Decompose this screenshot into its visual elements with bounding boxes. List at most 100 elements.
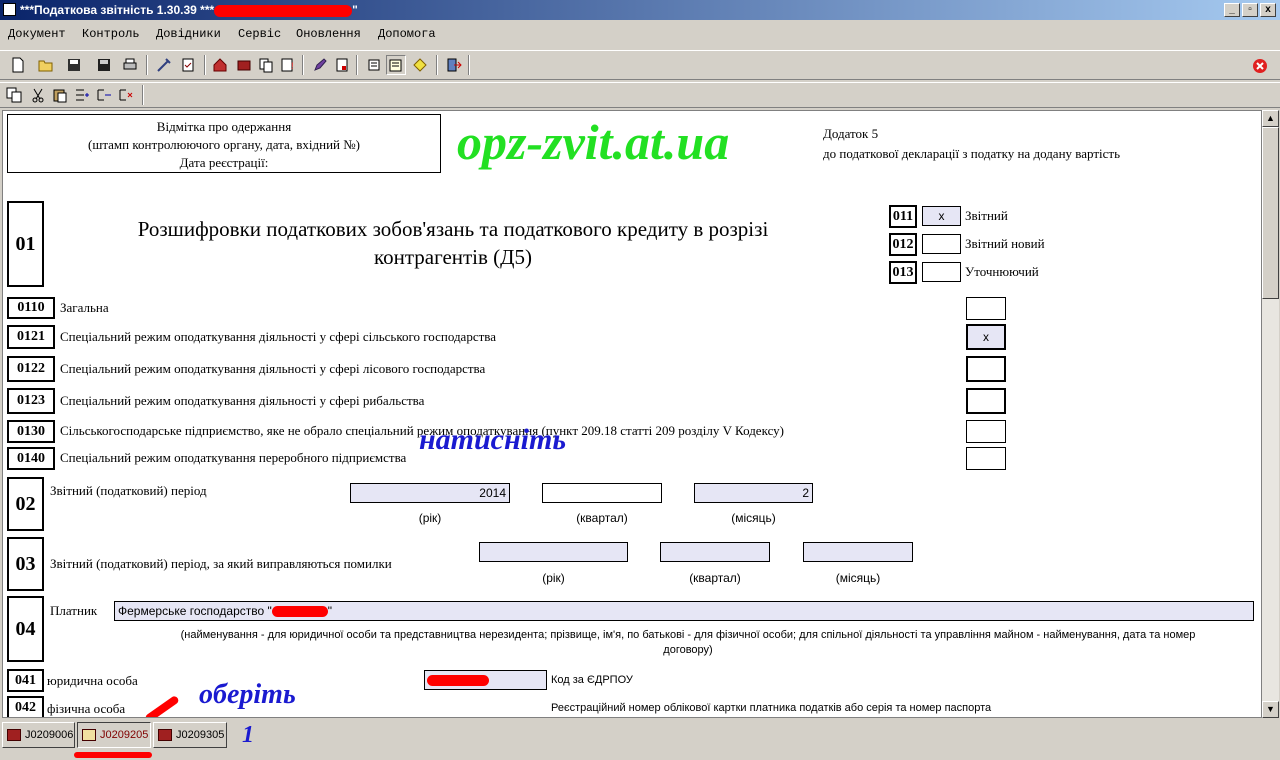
correction-quarter-field[interactable]: [660, 542, 770, 562]
code-011: 011: [889, 205, 917, 228]
save-as-icon[interactable]: [94, 55, 114, 75]
close-button[interactable]: x: [1260, 3, 1276, 17]
period-year-field[interactable]: 2014: [350, 483, 510, 503]
annotation-stroke: [144, 694, 180, 717]
scroll-up-button[interactable]: ▲: [1262, 110, 1279, 127]
book-icon: [7, 729, 21, 741]
stamp-line3: Дата реєстрації:: [179, 155, 269, 170]
code-0140: 0140: [7, 447, 55, 470]
code-0110: 0110: [7, 297, 55, 319]
addendum-title: Додаток 5: [823, 126, 879, 141]
section-01-code: 01: [7, 201, 44, 287]
edit-icon[interactable]: [310, 55, 330, 75]
delete-row-icon[interactable]: [116, 85, 136, 105]
title-bar: ***Податкова звітність 1.30.39 *** " _ ▫ …: [0, 0, 1280, 20]
scroll-down-button[interactable]: ▼: [1262, 701, 1279, 718]
label-012: Звітний новий: [965, 236, 1045, 251]
annotation-press: натисніть: [419, 423, 567, 456]
scroll-thumb[interactable]: [1262, 127, 1279, 299]
checkbox-0121[interactable]: x: [966, 324, 1006, 350]
section-03-label: Звітний (податковий) період, за який вип…: [50, 556, 392, 571]
section-04-code: 04: [7, 596, 44, 662]
checkbox-0130[interactable]: [966, 420, 1006, 443]
new-icon[interactable]: [8, 55, 28, 75]
label-0140: Спеціальний режим оподаткування переробн…: [60, 450, 407, 465]
label-0121: Спеціальний режим оподаткування діяльнос…: [60, 329, 497, 344]
payer-note-line1: (найменування - для юридичної особи та п…: [180, 629, 1196, 641]
window-title: ***Податкова звітність 1.30.39 *** ": [20, 3, 358, 17]
home-icon[interactable]: [210, 55, 230, 75]
menu-bar: Документ Контроль Довідники Сервіс Оновл…: [0, 22, 1280, 46]
svg-text:!: !: [291, 61, 294, 71]
checkbox-0110[interactable]: [966, 297, 1006, 320]
declaration-form: Відмітка про одержання (штамп контролююч…: [2, 110, 1262, 718]
tab-j0209305[interactable]: J0209305: [153, 722, 227, 748]
minimize-button[interactable]: _: [1224, 3, 1240, 17]
checkbox-011[interactable]: x: [922, 206, 961, 226]
menu-document[interactable]: Документ: [8, 27, 66, 41]
edrpou-label: Код за ЄДРПОУ: [551, 674, 633, 686]
checkbox-0122[interactable]: [966, 356, 1006, 382]
close-document-icon[interactable]: [1250, 56, 1270, 76]
copy-doc-icon[interactable]: [256, 55, 276, 75]
label-0122: Спеціальний режим оподаткування діяльнос…: [60, 361, 486, 376]
help-icon[interactable]: [410, 55, 430, 75]
individual-note: Реєстраційний номер облікової картки пла…: [551, 702, 992, 714]
maximize-button[interactable]: ▫: [1242, 3, 1258, 17]
insert-row-icon[interactable]: [72, 85, 92, 105]
label-011: Звітний: [965, 208, 1008, 223]
checkbox-013[interactable]: [922, 262, 961, 282]
code-013: 013: [889, 261, 917, 284]
individual-label: фізична особа: [47, 701, 126, 716]
edit-toolbar: [0, 82, 1280, 108]
open-icon[interactable]: [36, 55, 56, 75]
menu-updates[interactable]: Оновлення: [296, 27, 361, 41]
edrpou-field[interactable]: [424, 670, 547, 690]
caption-corr-year: (рік): [542, 571, 565, 585]
period-month-field[interactable]: 2: [694, 483, 813, 503]
document-icon[interactable]: [332, 55, 352, 75]
open-book-icon: [82, 729, 96, 741]
correction-month-field[interactable]: [803, 542, 913, 562]
export-icon[interactable]: !: [278, 55, 298, 75]
caption-quarter: (квартал): [576, 511, 628, 525]
app-icon: [3, 3, 16, 16]
vertical-scrollbar[interactable]: ▲ ▼: [1262, 110, 1279, 718]
checkbox-0140[interactable]: [966, 447, 1006, 470]
copy-icon[interactable]: [4, 85, 24, 105]
paste-icon[interactable]: [50, 85, 70, 105]
legal-entity-label: юридична особа: [47, 673, 138, 688]
menu-service[interactable]: Сервіс: [238, 27, 281, 41]
correction-year-field[interactable]: [479, 542, 628, 562]
menu-references[interactable]: Довідники: [156, 27, 221, 41]
check-icon[interactable]: [178, 55, 198, 75]
code-0123: 0123: [7, 388, 55, 414]
exit-icon[interactable]: [444, 55, 464, 75]
label-0110: Загальна: [60, 300, 109, 315]
menu-help[interactable]: Допомога: [378, 27, 436, 41]
annotation-number: 1: [242, 722, 254, 748]
stamp-line2: (штамп контролюючого органу, дата, вхідн…: [87, 137, 360, 152]
tab-j0209205[interactable]: J0209205: [77, 722, 151, 748]
period-quarter-field[interactable]: [542, 483, 662, 503]
payer-name-field[interactable]: Фермерське господарство " ": [114, 601, 1254, 621]
book-icon[interactable]: [234, 55, 254, 75]
section-03-code: 03: [7, 537, 44, 591]
checkbox-0123[interactable]: [966, 388, 1006, 414]
print-icon[interactable]: [120, 55, 140, 75]
code-0130: 0130: [7, 420, 55, 443]
caption-corr-month: (місяць): [835, 571, 881, 585]
properties-icon[interactable]: [364, 55, 384, 75]
label-0123: Спеціальний режим оподаткування діяльнос…: [60, 393, 425, 408]
caption-month: (місяць): [731, 511, 776, 525]
tools-icon[interactable]: [154, 55, 174, 75]
add-row-icon[interactable]: [94, 85, 114, 105]
checkbox-012[interactable]: [922, 234, 961, 254]
list-icon[interactable]: [386, 55, 406, 75]
save-icon[interactable]: [64, 55, 84, 75]
section-02-label: Звітний (податковий) період: [50, 483, 207, 498]
tab-j0209006[interactable]: J0209006: [2, 722, 75, 748]
code-0122: 0122: [7, 356, 55, 382]
menu-control[interactable]: Контроль: [82, 27, 140, 41]
cut-icon[interactable]: [28, 85, 48, 105]
